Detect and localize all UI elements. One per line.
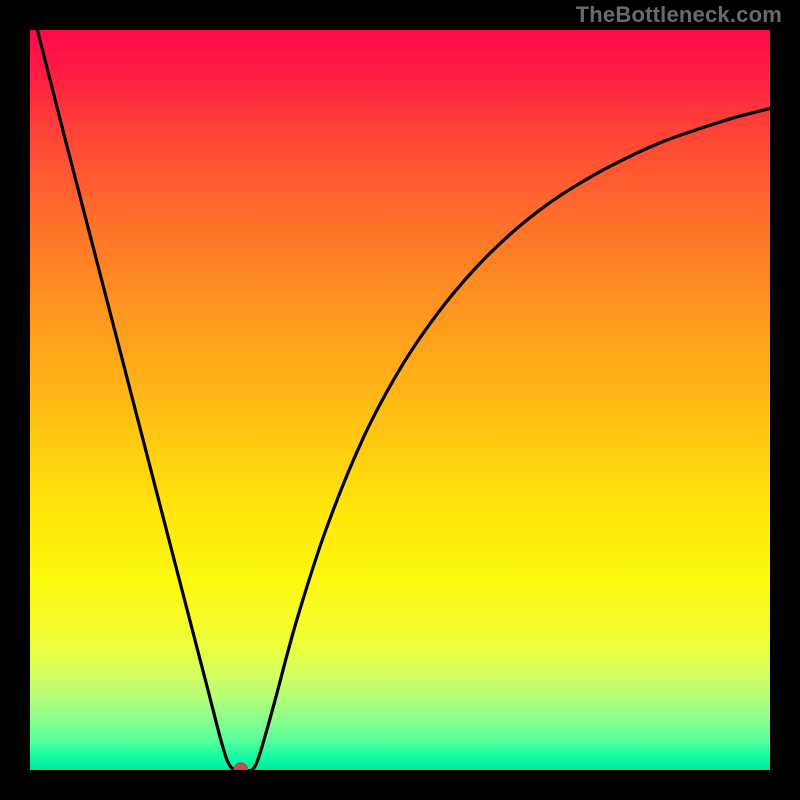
curve-svg [30,30,770,770]
bottleneck-curve-path [37,30,770,770]
plot-area [30,30,770,770]
minimum-marker [234,763,248,770]
watermark-text: TheBottleneck.com [576,2,782,28]
chart-frame: TheBottleneck.com [0,0,800,800]
